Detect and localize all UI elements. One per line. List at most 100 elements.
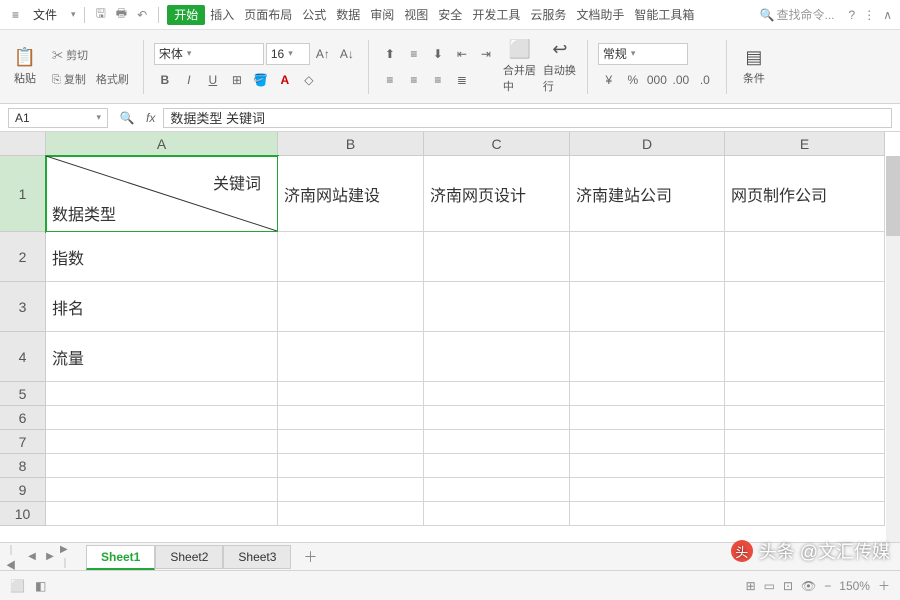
sheet-next-icon[interactable]: ▶	[42, 549, 58, 565]
row-header-4[interactable]: 4	[0, 332, 46, 382]
format-painter-button[interactable]: 格式刷	[92, 69, 133, 89]
cell-B4[interactable]	[278, 332, 424, 382]
sheet-prev-icon[interactable]: ◀	[24, 549, 40, 565]
currency-icon[interactable]: ¥	[598, 69, 620, 91]
file-dropdown-icon[interactable]: ▾	[71, 9, 76, 20]
cut-button[interactable]: ✂ 剪切	[48, 45, 133, 65]
file-menu[interactable]: 文件	[27, 4, 63, 25]
merge-button[interactable]: ⬜ 合并居中	[503, 44, 537, 90]
bold-icon[interactable]: B	[154, 69, 176, 91]
col-header-E[interactable]: E	[725, 132, 885, 156]
cell-D2[interactable]	[570, 232, 725, 282]
scrollbar-thumb[interactable]	[886, 156, 900, 236]
cell-E7[interactable]	[725, 430, 885, 454]
indent-left-icon[interactable]: ⇤	[451, 43, 473, 65]
view-page-icon[interactable]: ▭	[764, 579, 775, 593]
sheet-last-icon[interactable]: ▶｜	[60, 549, 76, 565]
eye-icon[interactable]: 👁	[801, 579, 816, 593]
cell-C6[interactable]	[424, 406, 570, 430]
row-header-2[interactable]: 2	[0, 232, 46, 282]
row-header-6[interactable]: 6	[0, 406, 46, 430]
font-size-combo[interactable]: 16▾	[266, 43, 310, 65]
align-right-icon[interactable]: ≡	[427, 69, 449, 91]
cell-D6[interactable]	[570, 406, 725, 430]
zoom-level[interactable]: 150%	[839, 579, 870, 593]
row-header-9[interactable]: 9	[0, 478, 46, 502]
cell-B7[interactable]	[278, 430, 424, 454]
formula-input[interactable]: 数据类型 关键词	[163, 108, 892, 128]
fx-icon[interactable]: fx	[146, 111, 155, 125]
cell-A6[interactable]	[46, 406, 278, 430]
cell-D1[interactable]: 济南建站公司	[570, 156, 725, 232]
menu-tab-公式[interactable]: 公式	[297, 5, 331, 25]
cell-E9[interactable]	[725, 478, 885, 502]
name-box[interactable]: A1▾	[8, 108, 108, 128]
cell-B2[interactable]	[278, 232, 424, 282]
wrap-button[interactable]: ↩ 自动换行	[543, 44, 577, 90]
cell-E6[interactable]	[725, 406, 885, 430]
cell-D7[interactable]	[570, 430, 725, 454]
undo-icon[interactable]: ↶	[134, 6, 150, 24]
menu-tab-文档助手[interactable]: 文档助手	[571, 5, 629, 25]
cell-C5[interactable]	[424, 382, 570, 406]
cell-D8[interactable]	[570, 454, 725, 478]
cell-D5[interactable]	[570, 382, 725, 406]
conditional-format-button[interactable]: ▤ 条件	[737, 44, 771, 90]
cell-E1[interactable]: 网页制作公司	[725, 156, 885, 232]
cell-C9[interactable]	[424, 478, 570, 502]
underline-icon[interactable]: U	[202, 69, 224, 91]
save-icon[interactable]: 🖫	[93, 2, 109, 27]
comma-icon[interactable]: 000	[646, 69, 668, 91]
cell-E8[interactable]	[725, 454, 885, 478]
sheet-tab-Sheet2[interactable]: Sheet2	[155, 545, 223, 569]
col-header-C[interactable]: C	[424, 132, 570, 156]
align-top-icon[interactable]: ⬆	[379, 43, 401, 65]
cell-D3[interactable]	[570, 282, 725, 332]
menu-tab-云服务[interactable]: 云服务	[525, 5, 571, 25]
print-icon[interactable]: 🖶	[113, 2, 130, 27]
border-icon[interactable]: ⊞	[226, 69, 248, 91]
hamburger-icon[interactable]: ≡	[8, 6, 23, 24]
cell-C7[interactable]	[424, 430, 570, 454]
col-header-D[interactable]: D	[570, 132, 725, 156]
cell-A10[interactable]	[46, 502, 278, 526]
view-break-icon[interactable]: ⊡	[783, 579, 793, 593]
help-icon[interactable]: ?	[849, 8, 856, 22]
status-icon[interactable]: ◧	[35, 579, 46, 593]
indent-right-icon[interactable]: ⇥	[475, 43, 497, 65]
zoom-in-icon[interactable]: ＋	[878, 577, 890, 594]
sheet-first-icon[interactable]: ｜◀	[6, 549, 22, 565]
col-header-A[interactable]: A	[46, 132, 278, 156]
menu-tab-页面布局[interactable]: 页面布局	[239, 5, 297, 25]
cell-E5[interactable]	[725, 382, 885, 406]
menu-tab-插入[interactable]: 插入	[205, 5, 239, 25]
align-middle-icon[interactable]: ≡	[403, 43, 425, 65]
cell-A3[interactable]: 排名	[46, 282, 278, 332]
menu-tab-开始[interactable]: 开始	[167, 5, 205, 25]
zoom-out-icon[interactable]: −	[824, 579, 831, 593]
command-search[interactable]: 🔍 查找命令...	[760, 6, 835, 23]
increase-font-icon[interactable]: A↑	[312, 43, 334, 65]
cell-C8[interactable]	[424, 454, 570, 478]
decrease-decimal-icon[interactable]: .0	[694, 69, 716, 91]
cell-D10[interactable]	[570, 502, 725, 526]
number-format-combo[interactable]: 常规▾	[598, 43, 688, 65]
cell-C1[interactable]: 济南网页设计	[424, 156, 570, 232]
italic-icon[interactable]: I	[178, 69, 200, 91]
cell-A2[interactable]: 指数	[46, 232, 278, 282]
cell-C4[interactable]	[424, 332, 570, 382]
justify-icon[interactable]: ≣	[451, 69, 473, 91]
font-name-combo[interactable]: 宋体▾	[154, 43, 264, 65]
cell-D4[interactable]	[570, 332, 725, 382]
cell-B1[interactable]: 济南网站建设	[278, 156, 424, 232]
row-header-1[interactable]: 1	[0, 156, 46, 232]
cell-C3[interactable]	[424, 282, 570, 332]
align-center-icon[interactable]: ≡	[403, 69, 425, 91]
row-header-3[interactable]: 3	[0, 282, 46, 332]
menu-tab-审阅[interactable]: 审阅	[365, 5, 399, 25]
collapse-icon[interactable]: ∧	[883, 8, 892, 22]
view-normal-icon[interactable]: ⊞	[746, 579, 756, 593]
font-color-icon[interactable]: A	[274, 69, 296, 91]
cell-E2[interactable]	[725, 232, 885, 282]
cell-A7[interactable]	[46, 430, 278, 454]
